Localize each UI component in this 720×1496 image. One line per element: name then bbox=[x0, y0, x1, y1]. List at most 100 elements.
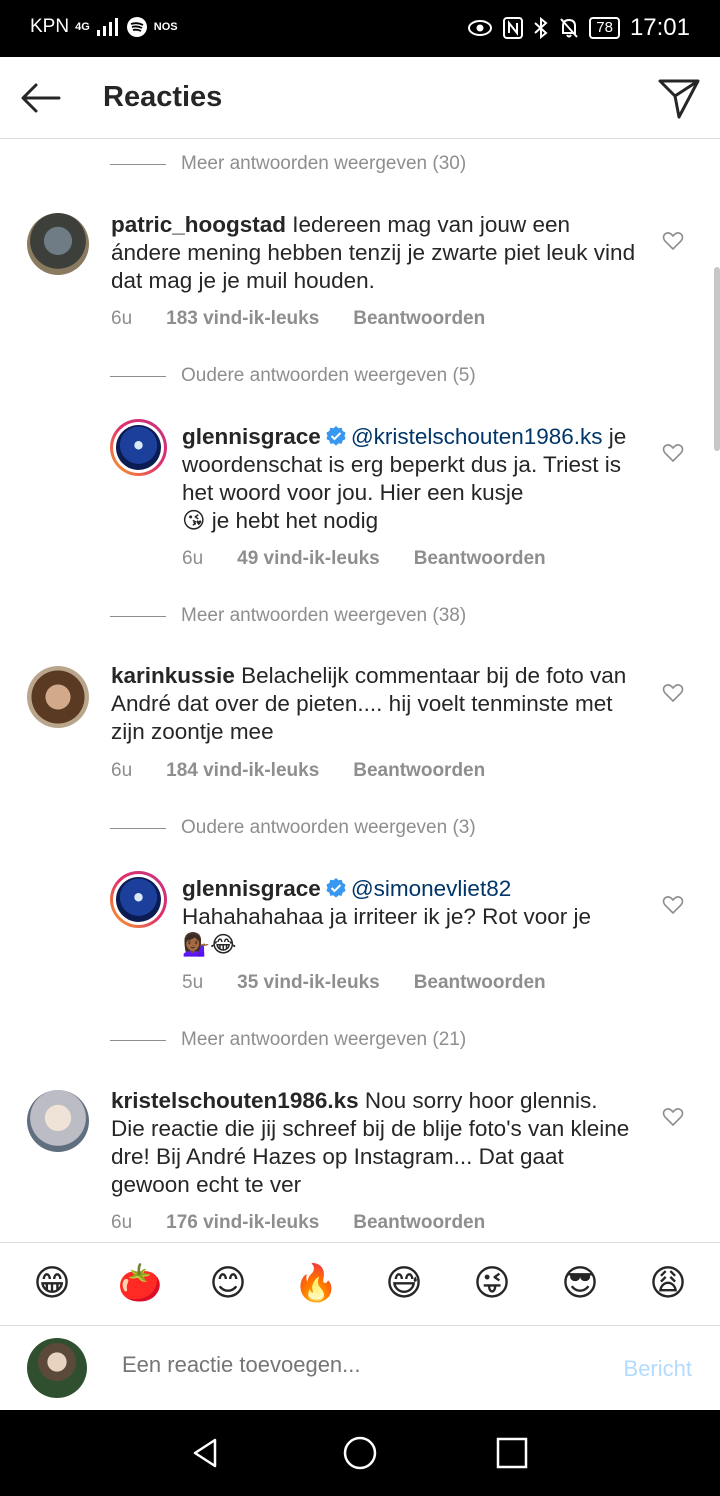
reply-username[interactable]: glennisgrace bbox=[182, 876, 321, 901]
reply-likes[interactable]: 35 vind-ik-leuks bbox=[237, 972, 380, 994]
clock: 17:01 bbox=[629, 14, 690, 41]
verified-badge-icon bbox=[326, 878, 346, 898]
reply-button[interactable]: Beantwoorden bbox=[353, 308, 485, 330]
status-bar: KPN 4G NOS 78 17:01 bbox=[0, 0, 720, 57]
battery-level: 78 bbox=[589, 17, 620, 39]
verified-badge-icon bbox=[326, 426, 346, 446]
comment-composer: Bericht bbox=[0, 1326, 720, 1410]
reply-meta: 6u 49 vind-ik-leuks Beantwoorden bbox=[182, 548, 546, 570]
tipping-hand-emoji: 💁🏾‍♀️ bbox=[182, 932, 211, 958]
fire-emoji-button[interactable]: 🔥 bbox=[286, 1254, 346, 1314]
comment-likes[interactable]: 184 vind-ik-leuks bbox=[166, 760, 319, 782]
view-more-replies-label: Meer antwoorden weergeven (21) bbox=[181, 1029, 467, 1050]
reply-text: glennisgrace @kristelschouten1986.ks je w… bbox=[182, 423, 652, 535]
emoji-quick-bar: 😁 🍅 😊 🔥 😅 😜 😎 😩 bbox=[0, 1242, 720, 1326]
comment-meta: 6u 176 vind-ik-leuks Beantwoorden bbox=[111, 1212, 485, 1234]
comment-username[interactable]: kristelschouten1986.ks bbox=[111, 1088, 359, 1113]
comment-likes[interactable]: 183 vind-ik-leuks bbox=[166, 308, 319, 330]
reply-likes[interactable]: 49 vind-ik-leuks bbox=[237, 548, 380, 570]
kiss-emoji: 😘 bbox=[182, 508, 206, 534]
reply-button[interactable]: Beantwoorden bbox=[414, 548, 546, 570]
view-older-replies-label: Oudere antwoorden weergeven (3) bbox=[181, 817, 476, 838]
avatar[interactable] bbox=[110, 871, 167, 928]
like-heart-icon[interactable] bbox=[662, 895, 684, 915]
comment-text: kristelschouten1986.ks Nou sorry hoor gl… bbox=[111, 1087, 631, 1199]
status-bar-right: 78 17:01 bbox=[467, 14, 690, 42]
view-older-replies[interactable]: Oudere antwoorden weergeven (3) bbox=[110, 813, 476, 843]
reply-username[interactable]: glennisgrace bbox=[182, 424, 321, 449]
like-heart-icon[interactable] bbox=[662, 443, 684, 463]
reply-time: 6u bbox=[182, 548, 204, 569]
comment-input[interactable] bbox=[122, 1352, 592, 1378]
divider-line bbox=[110, 163, 166, 165]
mention-link[interactable]: @kristelschouten1986.ks bbox=[351, 424, 603, 449]
scrollbar[interactable] bbox=[714, 267, 720, 451]
view-older-replies-label: Oudere antwoorden weergeven (5) bbox=[181, 365, 476, 386]
carrier-label: KPN bbox=[30, 16, 70, 37]
grinning-emoji-button[interactable]: 😁 bbox=[22, 1254, 82, 1314]
like-heart-icon[interactable] bbox=[662, 1107, 684, 1127]
nav-home-icon[interactable] bbox=[343, 1436, 377, 1470]
reply-body-2: je hebt het nodig bbox=[211, 508, 379, 533]
comment-text: patric_hoogstad Iedereen mag van jouw ee… bbox=[111, 211, 641, 295]
avatar[interactable] bbox=[27, 666, 89, 728]
view-more-replies-label: Meer antwoorden weergeven (38) bbox=[181, 605, 467, 626]
mention-link[interactable]: @simonevliet82 bbox=[351, 876, 511, 901]
view-more-replies-label: Meer antwoorden weergeven (30) bbox=[181, 153, 467, 174]
nav-back-icon[interactable] bbox=[188, 1436, 222, 1470]
divider-line bbox=[110, 827, 166, 829]
weary-emoji-button[interactable]: 😩 bbox=[638, 1254, 698, 1314]
comment-username[interactable]: patric_hoogstad bbox=[111, 212, 286, 237]
post-button[interactable]: Bericht bbox=[624, 1356, 692, 1382]
divider-line bbox=[110, 375, 166, 377]
sweat-smile-emoji-button[interactable]: 😅 bbox=[374, 1254, 434, 1314]
like-heart-icon[interactable] bbox=[662, 683, 684, 703]
comment-meta: 6u 183 vind-ik-leuks Beantwoorden bbox=[111, 308, 485, 330]
like-heart-icon[interactable] bbox=[662, 231, 684, 251]
comment-text: karinkussie Belachelijk commentaar bij d… bbox=[111, 662, 641, 746]
comment-time: 6u bbox=[111, 308, 133, 329]
view-more-replies[interactable]: Meer antwoorden weergeven (38) bbox=[110, 601, 466, 631]
reply-time: 5u bbox=[182, 972, 204, 993]
back-arrow-icon[interactable] bbox=[18, 75, 64, 121]
tomato-emoji-button[interactable]: 🍅 bbox=[110, 1254, 170, 1314]
divider-line bbox=[110, 1039, 166, 1041]
winking-tongue-emoji-button[interactable]: 😜 bbox=[462, 1254, 522, 1314]
system-nav-bar bbox=[0, 1410, 720, 1496]
view-older-replies[interactable]: Oudere antwoorden weergeven (5) bbox=[110, 361, 476, 391]
reply-body: Hahahahahaa ja irriteer ik je? Rot voor … bbox=[182, 904, 591, 929]
reply-button[interactable]: Beantwoorden bbox=[353, 760, 485, 782]
nav-recents-icon[interactable] bbox=[495, 1436, 529, 1470]
comments-list[interactable]: Meer antwoorden weergeven (30) patric_ho… bbox=[0, 140, 720, 1242]
avatar[interactable] bbox=[110, 419, 167, 476]
reply-text: glennisgrace @simonevliet82 Hahahahahaa j… bbox=[182, 875, 652, 959]
app-badge: NOS bbox=[153, 21, 178, 33]
comment-meta: 6u 184 vind-ik-leuks Beantwoorden bbox=[111, 760, 485, 782]
tears-of-joy-emoji: 😂 bbox=[210, 932, 237, 958]
smiling-emoji-button[interactable]: 😊 bbox=[198, 1254, 258, 1314]
divider-line bbox=[110, 615, 166, 617]
eye-icon bbox=[468, 20, 493, 36]
network-type: 4G bbox=[75, 21, 90, 33]
comment-time: 6u bbox=[111, 1212, 133, 1233]
reply-button[interactable]: Beantwoorden bbox=[353, 1212, 485, 1234]
avatar bbox=[27, 1338, 87, 1398]
avatar[interactable] bbox=[27, 1090, 89, 1152]
mute-icon bbox=[560, 18, 578, 38]
view-more-replies[interactable]: Meer antwoorden weergeven (30) bbox=[110, 149, 466, 179]
comment-likes[interactable]: 176 vind-ik-leuks bbox=[166, 1212, 319, 1234]
avatar[interactable] bbox=[27, 213, 89, 275]
comment-username[interactable]: karinkussie bbox=[111, 663, 235, 688]
comment-time: 6u bbox=[111, 760, 133, 781]
spotify-icon bbox=[126, 17, 147, 37]
bluetooth-icon bbox=[534, 17, 548, 39]
page-title: Reacties bbox=[103, 81, 223, 113]
header: Reacties bbox=[0, 57, 720, 139]
reply-button[interactable]: Beantwoorden bbox=[414, 972, 546, 994]
sunglasses-emoji-button[interactable]: 😎 bbox=[550, 1254, 610, 1314]
nfc-icon bbox=[503, 17, 524, 39]
direct-send-icon[interactable] bbox=[656, 75, 702, 121]
signal-icon bbox=[96, 18, 118, 36]
view-more-replies[interactable]: Meer antwoorden weergeven (21) bbox=[110, 1025, 466, 1055]
status-bar-left: KPN 4G NOS bbox=[30, 16, 178, 38]
